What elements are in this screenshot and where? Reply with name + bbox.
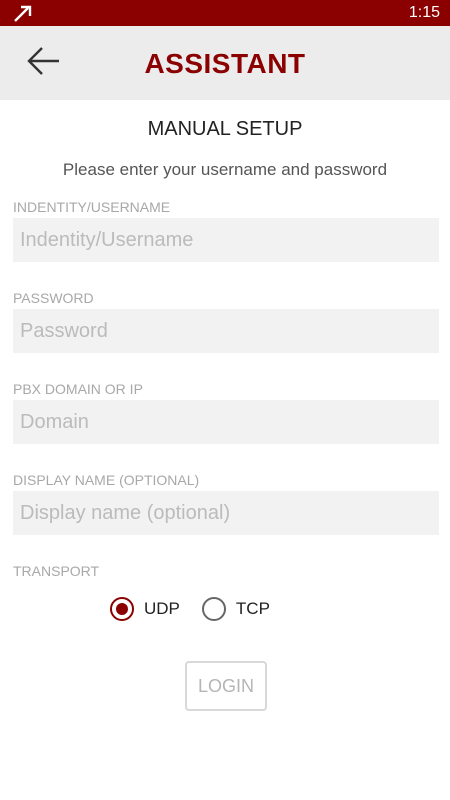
username-input[interactable] <box>13 218 439 262</box>
radio-dot <box>116 603 128 615</box>
status-clock: 1:15 <box>408 4 440 21</box>
transport-label: TRANSPORT <box>13 563 100 579</box>
display-name-label: DISPLAY NAME (OPTIONAL) <box>13 472 200 488</box>
radio-checked-icon[interactable] <box>110 597 134 621</box>
password-label: PASSWORD <box>13 290 94 306</box>
arrow-left-icon <box>26 46 62 81</box>
signal-icon <box>12 3 34 23</box>
radio-unchecked-icon[interactable] <box>201 597 226 621</box>
page-heading: MANUAL SETUP <box>147 118 303 140</box>
login-button[interactable]: LOGIN <box>185 661 267 711</box>
tcp-radio-option[interactable]: TCP <box>201 597 270 621</box>
display-name-input[interactable] <box>13 491 439 535</box>
domain-input[interactable] <box>13 400 439 444</box>
status-bar: 1:15 <box>0 0 450 26</box>
instructions-text: Please enter your username and password <box>62 160 388 179</box>
domain-label: PBX DOMAIN OR IP <box>13 381 143 397</box>
username-label: INDENTITY/USERNAME <box>13 199 171 215</box>
udp-radio-option[interactable]: UDP <box>110 597 180 621</box>
transport-radio-group: UDP TCP <box>110 594 270 624</box>
udp-label: UDP <box>144 599 180 618</box>
password-input[interactable] <box>13 309 439 353</box>
tcp-label: TCP <box>235 599 270 618</box>
back-button[interactable] <box>20 40 68 86</box>
app-bar: ASSISTANT <box>0 26 450 100</box>
